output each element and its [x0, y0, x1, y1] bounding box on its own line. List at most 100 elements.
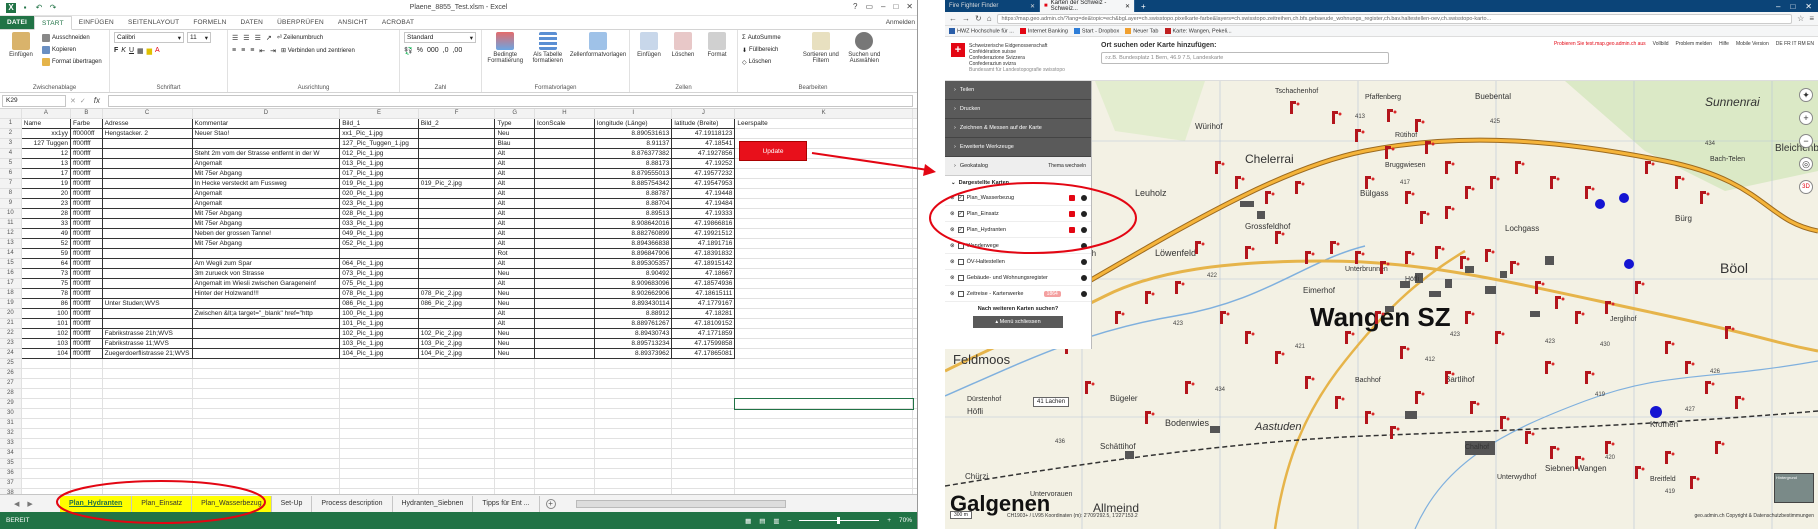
cell[interactable] [734, 228, 913, 240]
cell[interactable] [594, 398, 673, 410]
cell[interactable] [102, 388, 193, 400]
layer-wanderwege[interactable]: ⊗ Wanderwege [945, 238, 1091, 254]
insert-cells-button[interactable]: Einfügen [634, 32, 664, 92]
cell[interactable] [494, 388, 535, 400]
cell[interactable] [102, 438, 193, 450]
cell[interactable]: 017_Pic_1.jpg [339, 168, 419, 180]
cell[interactable]: 086_Pic_1.jpg [339, 298, 419, 310]
cell[interactable]: ff00ffff [70, 248, 103, 260]
row-header[interactable]: 31 [0, 418, 22, 430]
cell[interactable] [912, 228, 917, 240]
cell[interactable] [192, 368, 341, 380]
fill-button[interactable]: ⬇ Füllbereich [742, 45, 797, 55]
cell[interactable]: Alt [494, 158, 535, 170]
layer-plan-einsatz[interactable]: ⊗ ✓ Plan_Einsatz [945, 206, 1091, 222]
cell[interactable]: 8.909683096 [594, 278, 673, 290]
cell[interactable]: 47.18281 [671, 308, 736, 320]
cell[interactable]: Alt [494, 178, 535, 190]
cell[interactable] [912, 458, 917, 470]
cell[interactable] [21, 398, 72, 410]
row-header[interactable]: 17 [0, 278, 22, 290]
cell[interactable] [102, 218, 193, 230]
cell[interactable]: ff00ffff [70, 198, 103, 210]
cell[interactable] [534, 218, 596, 230]
cell[interactable]: 020_Pic_1.jpg [339, 188, 419, 200]
indent-icon[interactable]: ⇤ [259, 47, 265, 55]
cell[interactable]: ff00ffff [70, 158, 103, 170]
cell[interactable] [671, 388, 736, 400]
cell[interactable] [534, 388, 596, 400]
cell[interactable] [734, 378, 913, 390]
cell[interactable]: Neben der grossen Tanne! [192, 228, 341, 240]
conditional-format-button[interactable]: Bedingte Formatierung [486, 32, 525, 92]
cell[interactable]: 47.1779167 [671, 298, 736, 310]
cell[interactable]: xx1_Pic_1.jpg [339, 128, 419, 140]
cell[interactable]: ff00ffff [70, 178, 103, 190]
cell[interactable] [671, 398, 736, 410]
cell[interactable]: 073_Pic_1.jpg [339, 268, 419, 280]
number-format-dropdown[interactable]: Standard ▾ [404, 32, 476, 43]
layer-info-icon[interactable] [1069, 194, 1075, 201]
cell[interactable]: 47.18667 [671, 268, 736, 280]
add-sheet-icon[interactable]: + [545, 498, 556, 509]
format-painter-button[interactable]: Format übertragen [42, 57, 102, 67]
align-top-icon[interactable]: ☰ [232, 34, 238, 42]
cell[interactable] [534, 368, 596, 380]
tab-page-layout[interactable]: SEITENLAYOUT [121, 16, 186, 29]
cell[interactable] [534, 468, 596, 480]
cell[interactable]: 47.19921512 [671, 228, 736, 240]
cell[interactable]: Angemalt [192, 188, 341, 200]
column-header[interactable]: J [671, 109, 736, 120]
remove-layer-icon[interactable]: ⊗ [950, 243, 955, 249]
cell[interactable] [534, 448, 596, 460]
cell[interactable] [534, 478, 596, 490]
cell[interactable] [734, 468, 913, 480]
cell[interactable]: 8.90492 [594, 268, 673, 280]
remove-layer-icon[interactable]: ⊗ [950, 275, 955, 281]
cell[interactable]: 127 Tuggen [21, 138, 72, 150]
tab-start[interactable]: START [34, 16, 72, 30]
cell[interactable]: Alt [494, 278, 535, 290]
row-header[interactable]: 30 [0, 408, 22, 420]
cell[interactable] [102, 468, 193, 480]
cell[interactable] [671, 438, 736, 450]
cell[interactable] [418, 138, 496, 150]
row-header[interactable]: 10 [0, 208, 22, 220]
cell[interactable] [21, 408, 72, 420]
cell[interactable]: Kommentar [192, 118, 341, 130]
cell[interactable]: 8.88173 [594, 158, 673, 170]
cell[interactable] [912, 348, 917, 360]
cell[interactable] [534, 168, 596, 180]
wrap-text-button[interactable]: ⏎ Zeilenumbruch [277, 34, 323, 41]
column-header[interactable]: E [339, 109, 419, 120]
cell[interactable] [912, 218, 917, 230]
cell[interactable]: 033_Pic_1.jpg [339, 218, 419, 230]
cell[interactable] [102, 238, 193, 250]
cell[interactable] [671, 368, 736, 380]
cell[interactable]: 47.18109152 [671, 318, 736, 330]
cell[interactable]: Rot [494, 248, 535, 260]
cell[interactable] [494, 398, 535, 410]
sheet-tab-plan-einsatz[interactable]: Plan_Einsatz [132, 495, 193, 512]
cell[interactable] [494, 478, 535, 490]
cell[interactable]: 47.18915142 [671, 258, 736, 270]
cell[interactable] [534, 318, 596, 330]
cell[interactable]: 8.895305357 [594, 258, 673, 270]
cell[interactable] [734, 428, 913, 440]
decimal-increase-icon[interactable]: ,0 [443, 47, 449, 54]
test-link[interactable]: Probieren Sie test.map.geo.admin.ch aus [1554, 41, 1646, 47]
cell[interactable] [912, 318, 917, 330]
cell[interactable] [534, 378, 596, 390]
bookmark-star-icon[interactable]: ☆ [1797, 14, 1804, 23]
cell[interactable]: 47.19252 [671, 158, 736, 170]
cell[interactable]: xx1yy [21, 128, 72, 140]
cell[interactable]: ff00ffff [70, 308, 103, 320]
compass-icon[interactable]: ✦ [1799, 88, 1813, 102]
cell[interactable] [594, 368, 673, 380]
row-header[interactable]: 12 [0, 228, 22, 240]
cell[interactable] [534, 258, 596, 270]
cell[interactable] [102, 408, 193, 420]
menu-geocatalog[interactable]: › Geokatalog Thema wechseln [945, 157, 1091, 176]
cell[interactable] [734, 418, 913, 430]
tab-insert[interactable]: EINFÜGEN [72, 16, 121, 29]
